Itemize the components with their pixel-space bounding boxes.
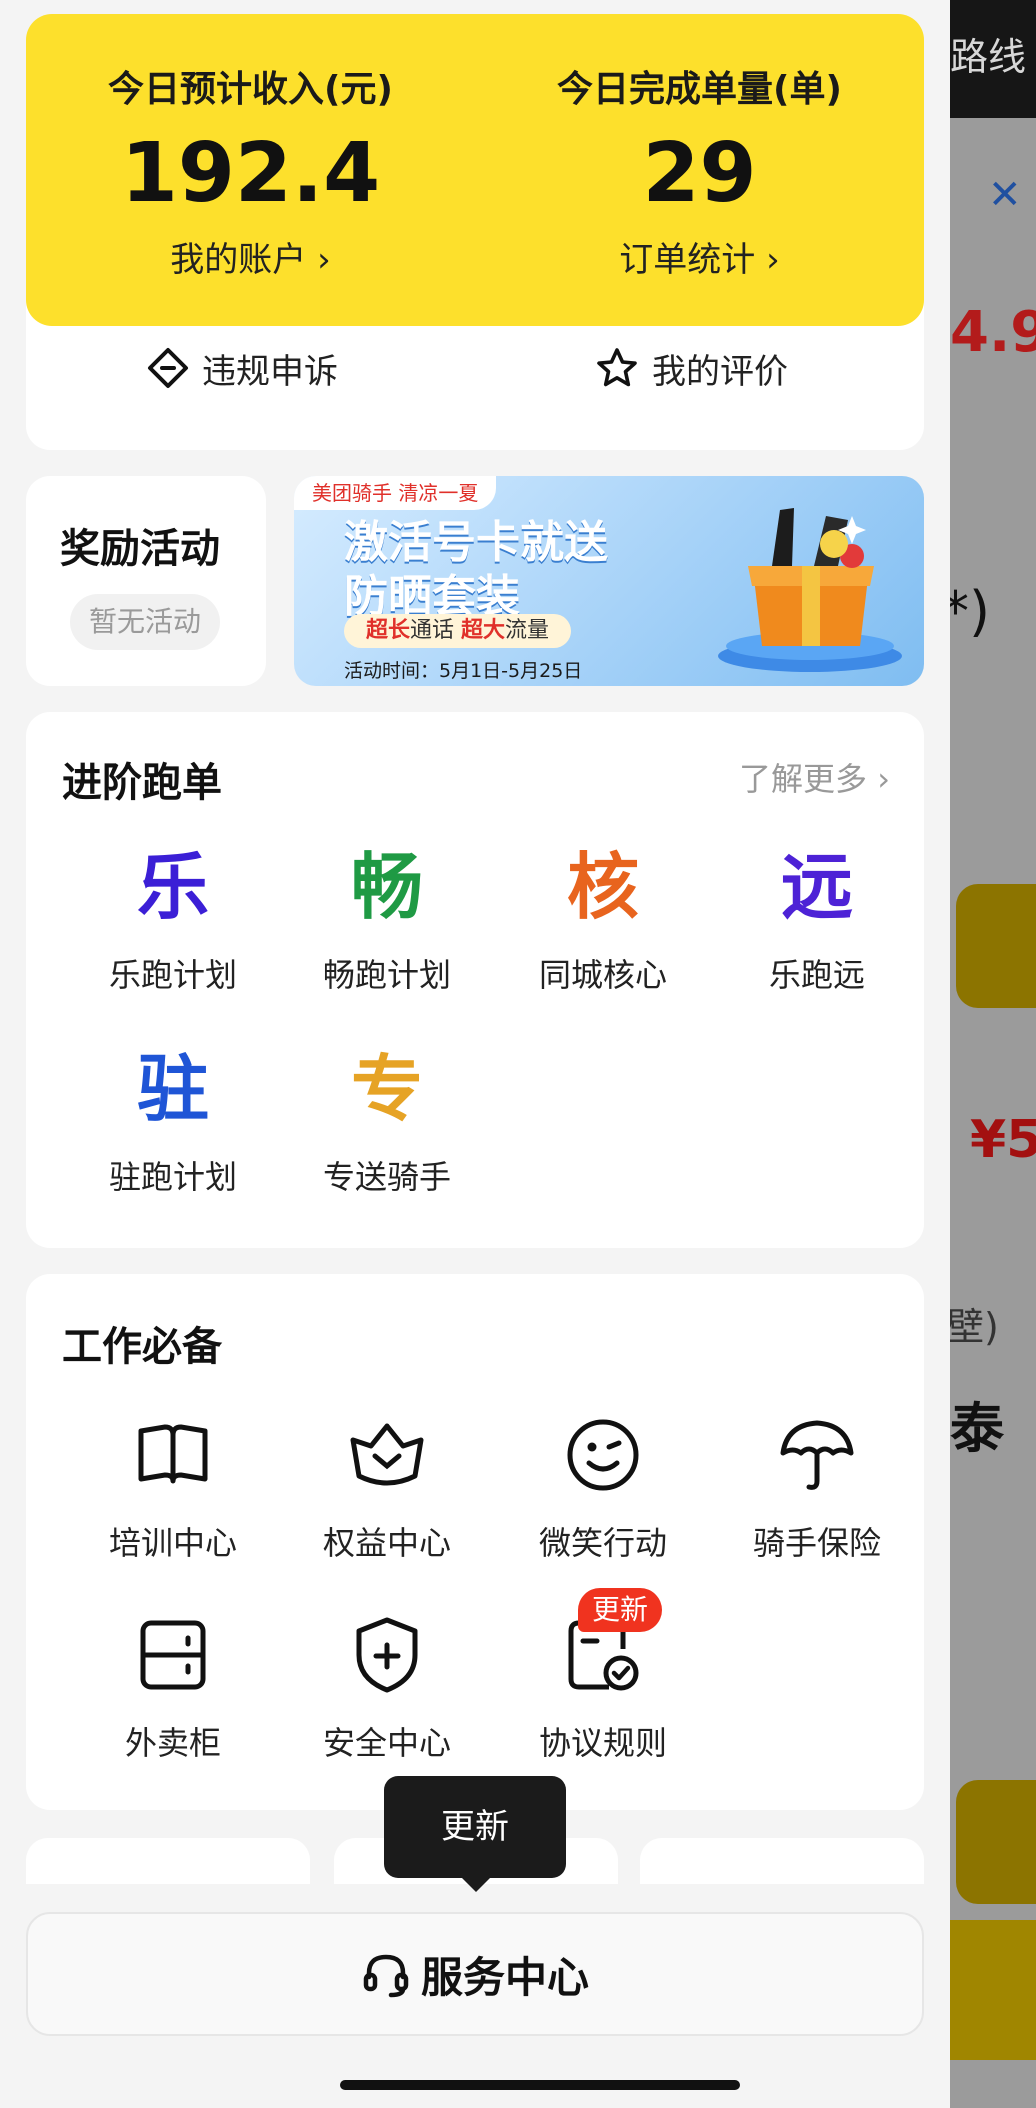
crown-icon	[280, 1410, 494, 1500]
work-item-label: 安全中心	[322, 1724, 451, 1762]
appeal-button[interactable]: 违规申诉	[146, 342, 338, 394]
promo-banner[interactable]: 美团骑手 清凉一夏 激活号卡就送 防晒套装 超长通话 超大流量 活动时间：5月1…	[294, 476, 924, 686]
work-item-safety[interactable]: 安全中心	[280, 1610, 494, 1764]
home-indicator[interactable]	[340, 2080, 740, 2090]
work-title: 工作必备	[62, 1324, 222, 1370]
work-item-label: 培训中心	[108, 1524, 237, 1562]
work-item-smile[interactable]: 微笑行动	[496, 1410, 710, 1564]
advanced-item-label: 畅跑计划	[322, 956, 451, 994]
appeal-label: 违规申诉	[202, 351, 338, 392]
work-item-label: 骑手保险	[752, 1524, 881, 1562]
work-item-training[interactable]: 培训中心	[66, 1410, 280, 1564]
work-item-agreement[interactable]: 协议规则	[496, 1610, 710, 1764]
service-center-button[interactable]: 服务中心	[26, 1912, 924, 2036]
advanced-item-label: 乐跑计划	[108, 956, 237, 994]
advanced-item-dedicated[interactable]: 专 专送骑手	[280, 1044, 494, 1198]
advanced-title: 进阶跑单	[62, 760, 222, 806]
banner-headline: 激活号卡就送 防晒套装	[344, 517, 608, 622]
background-close-icon: ✕	[988, 172, 1022, 218]
star-icon	[597, 348, 637, 387]
background-button	[956, 1780, 1036, 1904]
advanced-section: 进阶跑单 了解更多 › 乐 乐跑计划 畅 畅跑计划 核 同城核心 远 乐跑远 驻…	[26, 712, 924, 1248]
orders-label: 今日完成单量(单)	[557, 69, 842, 110]
advanced-item-changpao[interactable]: 畅 畅跑计划	[280, 842, 494, 996]
income-value: 192.4	[120, 126, 381, 221]
changpao-icon: 畅	[350, 845, 423, 929]
far-icon: 远	[780, 845, 853, 929]
advanced-item-zhupao[interactable]: 驻 驻跑计划	[66, 1044, 280, 1198]
dedicated-icon: 专	[350, 1047, 423, 1131]
order-stats-link[interactable]: 订单统计 ›	[475, 232, 924, 281]
side-drawer: 今日预计收入(元) 192.4 我的账户 › 今日完成单量(单) 29 订单统计…	[0, 0, 950, 2108]
work-item-benefits[interactable]: 权益中心	[280, 1410, 494, 1564]
advanced-item-lepao[interactable]: 乐 乐跑计划	[66, 842, 280, 996]
work-item-locker[interactable]: 外卖柜	[66, 1610, 280, 1764]
background-button	[956, 884, 1036, 1008]
background-route-label: 路线	[950, 35, 1027, 79]
smile-icon	[496, 1410, 710, 1500]
zhupao-icon: 驻	[136, 1047, 209, 1131]
gift-box-icon	[718, 508, 902, 672]
core-icon: 核	[566, 845, 639, 929]
background-price: ¥5	[970, 1110, 1036, 1170]
work-item-label: 协议规则	[538, 1724, 667, 1762]
orders-stat[interactable]: 今日完成单量(单) 29 订单统计 ›	[475, 14, 924, 326]
advanced-item-label: 同城核心	[538, 956, 667, 994]
work-item-label: 微笑行动	[538, 1524, 667, 1562]
banner-time: 活动时间：5月1日-5月25日	[344, 660, 583, 682]
background-text: 壁)	[950, 1305, 999, 1349]
update-badge: 更新	[578, 1588, 663, 1632]
work-item-label: 权益中心	[322, 1524, 451, 1562]
orders-value: 29	[642, 126, 757, 221]
umbrella-icon	[710, 1410, 924, 1500]
update-tooltip[interactable]: 更新	[384, 1776, 566, 1892]
banner-tag: 美团骑手 清凉一夏	[294, 476, 497, 510]
learn-more-link[interactable]: 了解更多 ›	[739, 754, 890, 800]
background-button	[950, 1920, 1036, 2060]
advanced-item-label: 驻跑计划	[108, 1158, 237, 1196]
advanced-item-lepaoyuan[interactable]: 远 乐跑远	[710, 842, 924, 996]
service-center-label: 服务中心	[420, 1952, 589, 2002]
work-item-label: 外卖柜	[124, 1724, 221, 1762]
advanced-item-core[interactable]: 核 同城核心	[496, 842, 710, 996]
rewards-title: 奖励活动	[60, 526, 220, 572]
background-text: 泰	[950, 1397, 1004, 1460]
appeal-icon	[148, 348, 188, 388]
shield-icon	[280, 1610, 494, 1700]
income-label: 今日预计收入(元)	[108, 69, 393, 110]
no-activity-badge: 暂无活动	[70, 594, 220, 650]
background-text: *)	[950, 580, 991, 643]
lepao-icon: 乐	[136, 845, 209, 929]
rewards-card[interactable]: 奖励活动 暂无活动	[26, 476, 266, 686]
earnings-summary: 今日预计收入(元) 192.4 我的账户 › 今日完成单量(单) 29 订单统计…	[26, 14, 924, 326]
reviews-label: 我的评价	[652, 351, 788, 392]
work-item-insurance[interactable]: 骑手保险	[710, 1410, 924, 1564]
book-icon	[66, 1410, 280, 1500]
account-link[interactable]: 我的账户 ›	[26, 232, 475, 281]
advanced-item-label: 乐跑远	[768, 956, 865, 994]
headset-icon	[363, 1954, 409, 1998]
reviews-button[interactable]: 我的评价	[594, 342, 788, 394]
background-app-strip: 路线 ✕ 4.9 *) ¥5 壁) 泰	[950, 0, 1036, 2108]
background-rating: 4.9	[950, 300, 1036, 365]
banner-subtitle: 超长通话 超大流量	[344, 614, 572, 648]
income-stat[interactable]: 今日预计收入(元) 192.4 我的账户 ›	[26, 14, 475, 326]
advanced-item-label: 专送骑手	[322, 1158, 451, 1196]
work-essentials-section: 工作必备 培训中心 权益中心 微笑行动 骑手保险 外卖柜 安全中心 协议规则	[26, 1274, 924, 1810]
locker-icon	[66, 1610, 280, 1700]
